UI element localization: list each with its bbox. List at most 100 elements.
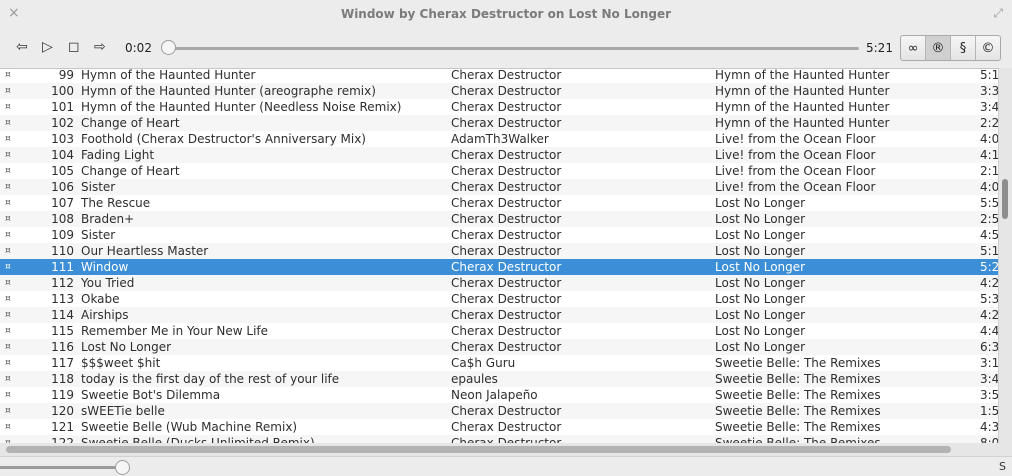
track-number: 120 xyxy=(51,404,74,418)
row-marker-icon: ¤ xyxy=(5,310,11,320)
track-album: Sweetie Belle: The Remixes xyxy=(715,388,881,402)
seek-bar[interactable] xyxy=(162,47,859,50)
track-artist: Cherax Destructor xyxy=(451,292,562,306)
track-length: 3:3 xyxy=(980,84,998,98)
seek-handle[interactable] xyxy=(161,40,177,55)
play-button[interactable]: ▷ xyxy=(42,39,53,55)
track-length: 5:1 xyxy=(980,68,998,82)
table-row[interactable]: ¤ 117 $$$weet $hit Ca$h Guru Sweetie Belle: … xyxy=(0,355,998,371)
table-row[interactable]: ¤ 115 Remember Me in Your New Life Cherax D… xyxy=(0,323,998,339)
track-album: Lost No Longer xyxy=(715,324,806,338)
next-track-button[interactable]: ⇨ xyxy=(94,39,106,55)
volume-handle[interactable] xyxy=(115,460,130,475)
track-album: Sweetie Belle: The Remixes xyxy=(715,404,881,418)
previous-track-button[interactable]: ⇦ xyxy=(16,39,28,55)
table-row[interactable]: ¤ 118 today is the first day of the rest o… xyxy=(0,371,998,387)
row-marker-icon: ¤ xyxy=(5,406,11,416)
track-number: 116 xyxy=(51,340,74,354)
row-marker-icon: ¤ xyxy=(5,358,11,368)
table-row[interactable]: ¤ 99 Hymn of the Haunted Hunter Cherax Dest… xyxy=(0,68,998,83)
track-length: 4:0 xyxy=(980,132,998,146)
table-row[interactable]: ¤ 106 Sister Cherax Destructor Live! from th… xyxy=(0,179,998,195)
table-row[interactable]: ¤ 111 Window Cherax Destructor Lost No Longe… xyxy=(0,259,998,275)
track-album: Lost No Longer xyxy=(715,196,806,210)
vertical-scroll-thumb[interactable] xyxy=(1002,179,1008,219)
track-length: 5:1 xyxy=(980,244,998,258)
volume-slider[interactable] xyxy=(0,466,118,469)
track-title: Change of Heart xyxy=(81,116,180,130)
consume-toggle-button[interactable]: © xyxy=(976,36,1000,60)
row-marker-icon: ¤ xyxy=(5,342,11,352)
track-length: 3:5 xyxy=(980,388,998,402)
track-title: Sweetie Belle (Wub Machine Remix) xyxy=(81,420,298,434)
table-row[interactable]: ¤ 107 The Rescue Cherax Destructor Lost No L… xyxy=(0,195,998,211)
track-title: Lost No Longer xyxy=(81,340,172,354)
track-length: 5:5 xyxy=(980,196,998,210)
track-title: Sweetie Bot's Dilemma xyxy=(81,388,221,402)
window-title: Window by Cherax Destructor on Lost No L… xyxy=(340,7,672,21)
vertical-scrollbar[interactable] xyxy=(998,68,1012,443)
table-row[interactable]: ¤ 120 sWEETie belle Cherax Destructor Sweeti… xyxy=(0,403,998,419)
table-row[interactable]: ¤ 104 Fading Light Cherax Destructor Live! f… xyxy=(0,147,998,163)
random-toggle-button[interactable]: ® xyxy=(926,36,951,60)
horizontal-scrollbar[interactable] xyxy=(0,443,1012,456)
track-length: 4:4 xyxy=(980,324,998,338)
track-artist: Cherax Destructor xyxy=(451,212,562,226)
table-row[interactable]: ¤ 105 Change of Heart Cherax Destructor Live… xyxy=(0,163,998,179)
table-row[interactable]: ¤ 114 Airships Cherax Destructor Lost No Lon… xyxy=(0,307,998,323)
track-artist: Cherax Destructor xyxy=(451,420,562,434)
track-number: 111 xyxy=(51,260,74,274)
table-row[interactable]: ¤ 119 Sweetie Bot's Dilemma Neon Jalapeño Sw… xyxy=(0,387,998,403)
table-row[interactable]: ¤ 113 Okabe Cherax Destructor Lost No Longer… xyxy=(0,291,998,307)
track-artist: Cherax Destructor xyxy=(451,180,562,194)
track-title: The Rescue xyxy=(81,196,151,210)
table-row[interactable]: ¤ 109 Sister Cherax Destructor Lost No Longe… xyxy=(0,227,998,243)
horizontal-scroll-thumb[interactable] xyxy=(6,446,951,453)
track-artist: Cherax Destructor xyxy=(451,84,562,98)
track-artist: AdamTh3Walker xyxy=(451,132,549,146)
status-label: S xyxy=(999,460,1006,473)
track-length: 5:2 xyxy=(980,260,998,274)
table-row[interactable]: ¤ 103 Foothold (Cherax Destructor's Annive… xyxy=(0,131,998,147)
table-row[interactable]: ¤ 102 Change of Heart Cherax Destructor Hymn… xyxy=(0,115,998,131)
track-length: 3:1 xyxy=(980,356,998,370)
track-number: 107 xyxy=(51,196,74,210)
track-length: 5:3 xyxy=(980,292,998,306)
track-album: Hymn of the Haunted Hunter xyxy=(715,68,890,82)
track-number: 101 xyxy=(51,100,74,114)
track-length: 2:5 xyxy=(980,212,998,226)
track-artist: Cherax Destructor xyxy=(451,276,562,290)
row-marker-icon: ¤ xyxy=(5,102,11,112)
track-album: Lost No Longer xyxy=(715,276,806,290)
track-artist: Cherax Destructor xyxy=(451,404,562,418)
track-length: 3:4 xyxy=(980,372,998,386)
track-length: 4:2 xyxy=(980,308,998,322)
table-row[interactable]: ¤ 110 Our Heartless Master Cherax Destructo… xyxy=(0,243,998,259)
maximize-icon[interactable]: ⤢ xyxy=(993,6,1003,21)
track-length: 4:3 xyxy=(980,420,998,434)
track-album: Live! from the Ocean Floor xyxy=(715,132,876,146)
repeat-toggle-button[interactable]: ∞ xyxy=(901,36,926,60)
track-length: 3:4 xyxy=(980,100,998,114)
table-row[interactable]: ¤ 108 Braden+ Cherax Destructor Lost No Long… xyxy=(0,211,998,227)
track-number: 109 xyxy=(51,228,74,242)
table-row[interactable]: ¤ 121 Sweetie Belle (Wub Machine Remix) Che… xyxy=(0,419,998,435)
track-number: 121 xyxy=(51,420,74,434)
row-marker-icon: ¤ xyxy=(5,278,11,288)
row-marker-icon: ¤ xyxy=(5,198,11,208)
table-row[interactable]: ¤ 101 Hymn of the Haunted Hunter (Needless… xyxy=(0,99,998,115)
status-bar: S xyxy=(0,456,1012,476)
row-marker-icon: ¤ xyxy=(5,214,11,224)
stop-button[interactable]: ◻ xyxy=(68,39,80,55)
track-length: 4:0 xyxy=(980,180,998,194)
row-marker-icon: ¤ xyxy=(5,182,11,192)
track-title: Braden+ xyxy=(81,212,135,226)
single-toggle-button[interactable]: § xyxy=(951,36,976,60)
track-length: 4:5 xyxy=(980,228,998,242)
row-marker-icon: ¤ xyxy=(5,326,11,336)
table-row[interactable]: ¤ 100 Hymn of the Haunted Hunter (areograp… xyxy=(0,83,998,99)
track-number: 119 xyxy=(51,388,74,402)
table-row[interactable]: ¤ 112 You Tried Cherax Destructor Lost No Lo… xyxy=(0,275,998,291)
track-artist: Cherax Destructor xyxy=(451,100,562,114)
table-row[interactable]: ¤ 116 Lost No Longer Cherax Destructor Lost … xyxy=(0,339,998,355)
